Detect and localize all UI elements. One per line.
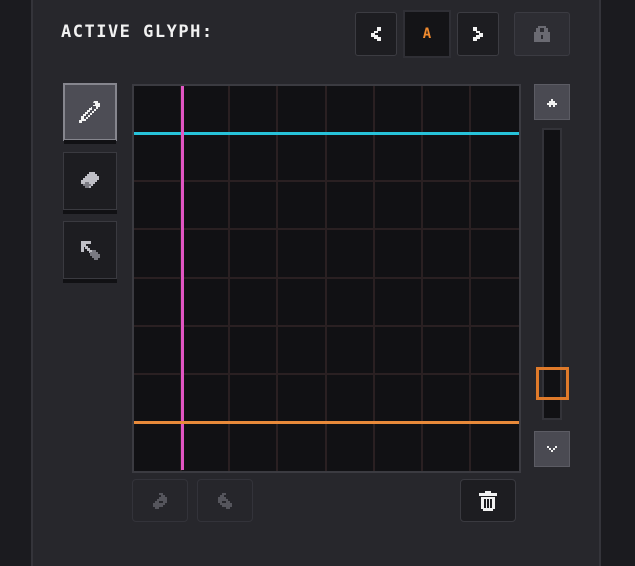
grid-cell[interactable]: [470, 86, 519, 135]
grid-cell[interactable]: [230, 134, 279, 183]
grid-cell[interactable]: [375, 422, 423, 471]
grid-cell[interactable]: [230, 278, 279, 327]
chevron-right-icon: [473, 27, 483, 41]
grid-cell[interactable]: [278, 182, 327, 231]
grid-cell[interactable]: [182, 374, 231, 423]
fill-tool-button[interactable]: [63, 221, 117, 283]
grid-cell[interactable]: [230, 374, 279, 423]
grid-cell[interactable]: [278, 278, 327, 327]
grid-cell[interactable]: [470, 182, 519, 231]
grid-cell[interactable]: [422, 278, 471, 327]
lock-icon: [534, 26, 550, 42]
next-glyph-button[interactable]: [457, 12, 499, 56]
scroll-down-button[interactable]: [534, 431, 570, 467]
grid-cell[interactable]: [326, 86, 375, 135]
grid-cell[interactable]: [230, 326, 279, 375]
grid-cell[interactable]: [470, 230, 519, 279]
grid-cell[interactable]: [470, 279, 519, 327]
grid-cell[interactable]: [134, 374, 183, 423]
grid-cell[interactable]: [278, 422, 327, 471]
grid-cell[interactable]: [182, 230, 231, 279]
grid-cell[interactable]: [230, 182, 279, 231]
grid-cell[interactable]: [326, 134, 375, 183]
grid-cell[interactable]: [230, 86, 279, 135]
grid-cell[interactable]: [326, 326, 375, 375]
grid-cell[interactable]: [182, 182, 231, 231]
grid-cell[interactable]: [134, 422, 183, 471]
grid-cell[interactable]: [278, 374, 327, 423]
active-glyph-preview: A: [403, 10, 451, 58]
grid-cell[interactable]: [326, 230, 375, 279]
grid-cell[interactable]: [423, 422, 471, 471]
lock-button[interactable]: [514, 12, 570, 56]
chevron-left-icon: [371, 27, 381, 41]
active-glyph-title: ACTIVE GLYPH:: [61, 22, 214, 42]
grid-cell[interactable]: [182, 86, 231, 135]
grid-cell[interactable]: [374, 86, 423, 135]
trash-icon: [479, 490, 497, 511]
pencil-tool-button[interactable]: [63, 83, 117, 144]
grid-cell[interactable]: [182, 278, 231, 327]
clear-glyph-button[interactable]: [460, 479, 516, 522]
grid-cell[interactable]: [422, 86, 471, 135]
chevron-up-icon: [547, 99, 557, 107]
grid-cell[interactable]: [326, 374, 375, 423]
grid-cell[interactable]: [422, 326, 471, 375]
grid-cell[interactable]: [374, 230, 423, 279]
left-bearing-guide: [181, 86, 184, 470]
grid-cell[interactable]: [374, 374, 423, 423]
undo-button[interactable]: [132, 479, 188, 522]
pencil-icon: [79, 101, 100, 123]
grid-cell[interactable]: [374, 182, 423, 231]
redo-button[interactable]: [197, 479, 253, 522]
grid-cell[interactable]: [471, 423, 519, 471]
grid-cell[interactable]: [278, 326, 327, 375]
redo-icon: [218, 492, 232, 509]
grid-cell[interactable]: [422, 374, 471, 423]
eraser-tool-button[interactable]: [63, 152, 117, 214]
glyph-pixel-grid[interactable]: [132, 84, 521, 473]
grid-cell[interactable]: [278, 134, 327, 183]
grid-cell[interactable]: [182, 134, 231, 183]
grid-cell[interactable]: [134, 182, 183, 231]
grid-cell[interactable]: [422, 230, 471, 279]
grid-cell[interactable]: [278, 86, 327, 135]
cap-height-guide: [134, 132, 519, 135]
grid-cell[interactable]: [470, 134, 519, 183]
chevron-down-icon: [547, 446, 557, 452]
grid-cell[interactable]: [134, 326, 183, 375]
grid-cell[interactable]: [470, 327, 519, 375]
grid-cell[interactable]: [422, 182, 471, 231]
grid-cell[interactable]: [326, 278, 375, 327]
grid-cell[interactable]: [374, 134, 423, 183]
scroll-thumb[interactable]: [536, 367, 569, 400]
grid-cell[interactable]: [134, 278, 183, 327]
grid-cell[interactable]: [374, 278, 423, 327]
grid-cell[interactable]: [470, 375, 519, 423]
scroll-up-button[interactable]: [534, 84, 570, 120]
grid-cell[interactable]: [422, 134, 471, 183]
grid-cell[interactable]: [134, 230, 183, 279]
grid-cell[interactable]: [326, 182, 375, 231]
grid-cell[interactable]: [182, 326, 231, 375]
grid-cell[interactable]: [230, 422, 279, 471]
grid-cell[interactable]: [182, 422, 231, 471]
prev-glyph-button[interactable]: [355, 12, 397, 56]
active-glyph-char: A: [422, 26, 432, 42]
grid-cell[interactable]: [327, 422, 375, 471]
grid-cell[interactable]: [134, 86, 183, 135]
baseline-guide: [134, 421, 519, 424]
grid-cell[interactable]: [134, 134, 183, 183]
fill-icon: [81, 241, 100, 260]
eraser-icon: [81, 172, 99, 188]
grid-cell[interactable]: [374, 326, 423, 375]
grid-cell[interactable]: [230, 230, 279, 279]
grid-cell[interactable]: [278, 230, 327, 279]
undo-icon: [153, 492, 167, 509]
